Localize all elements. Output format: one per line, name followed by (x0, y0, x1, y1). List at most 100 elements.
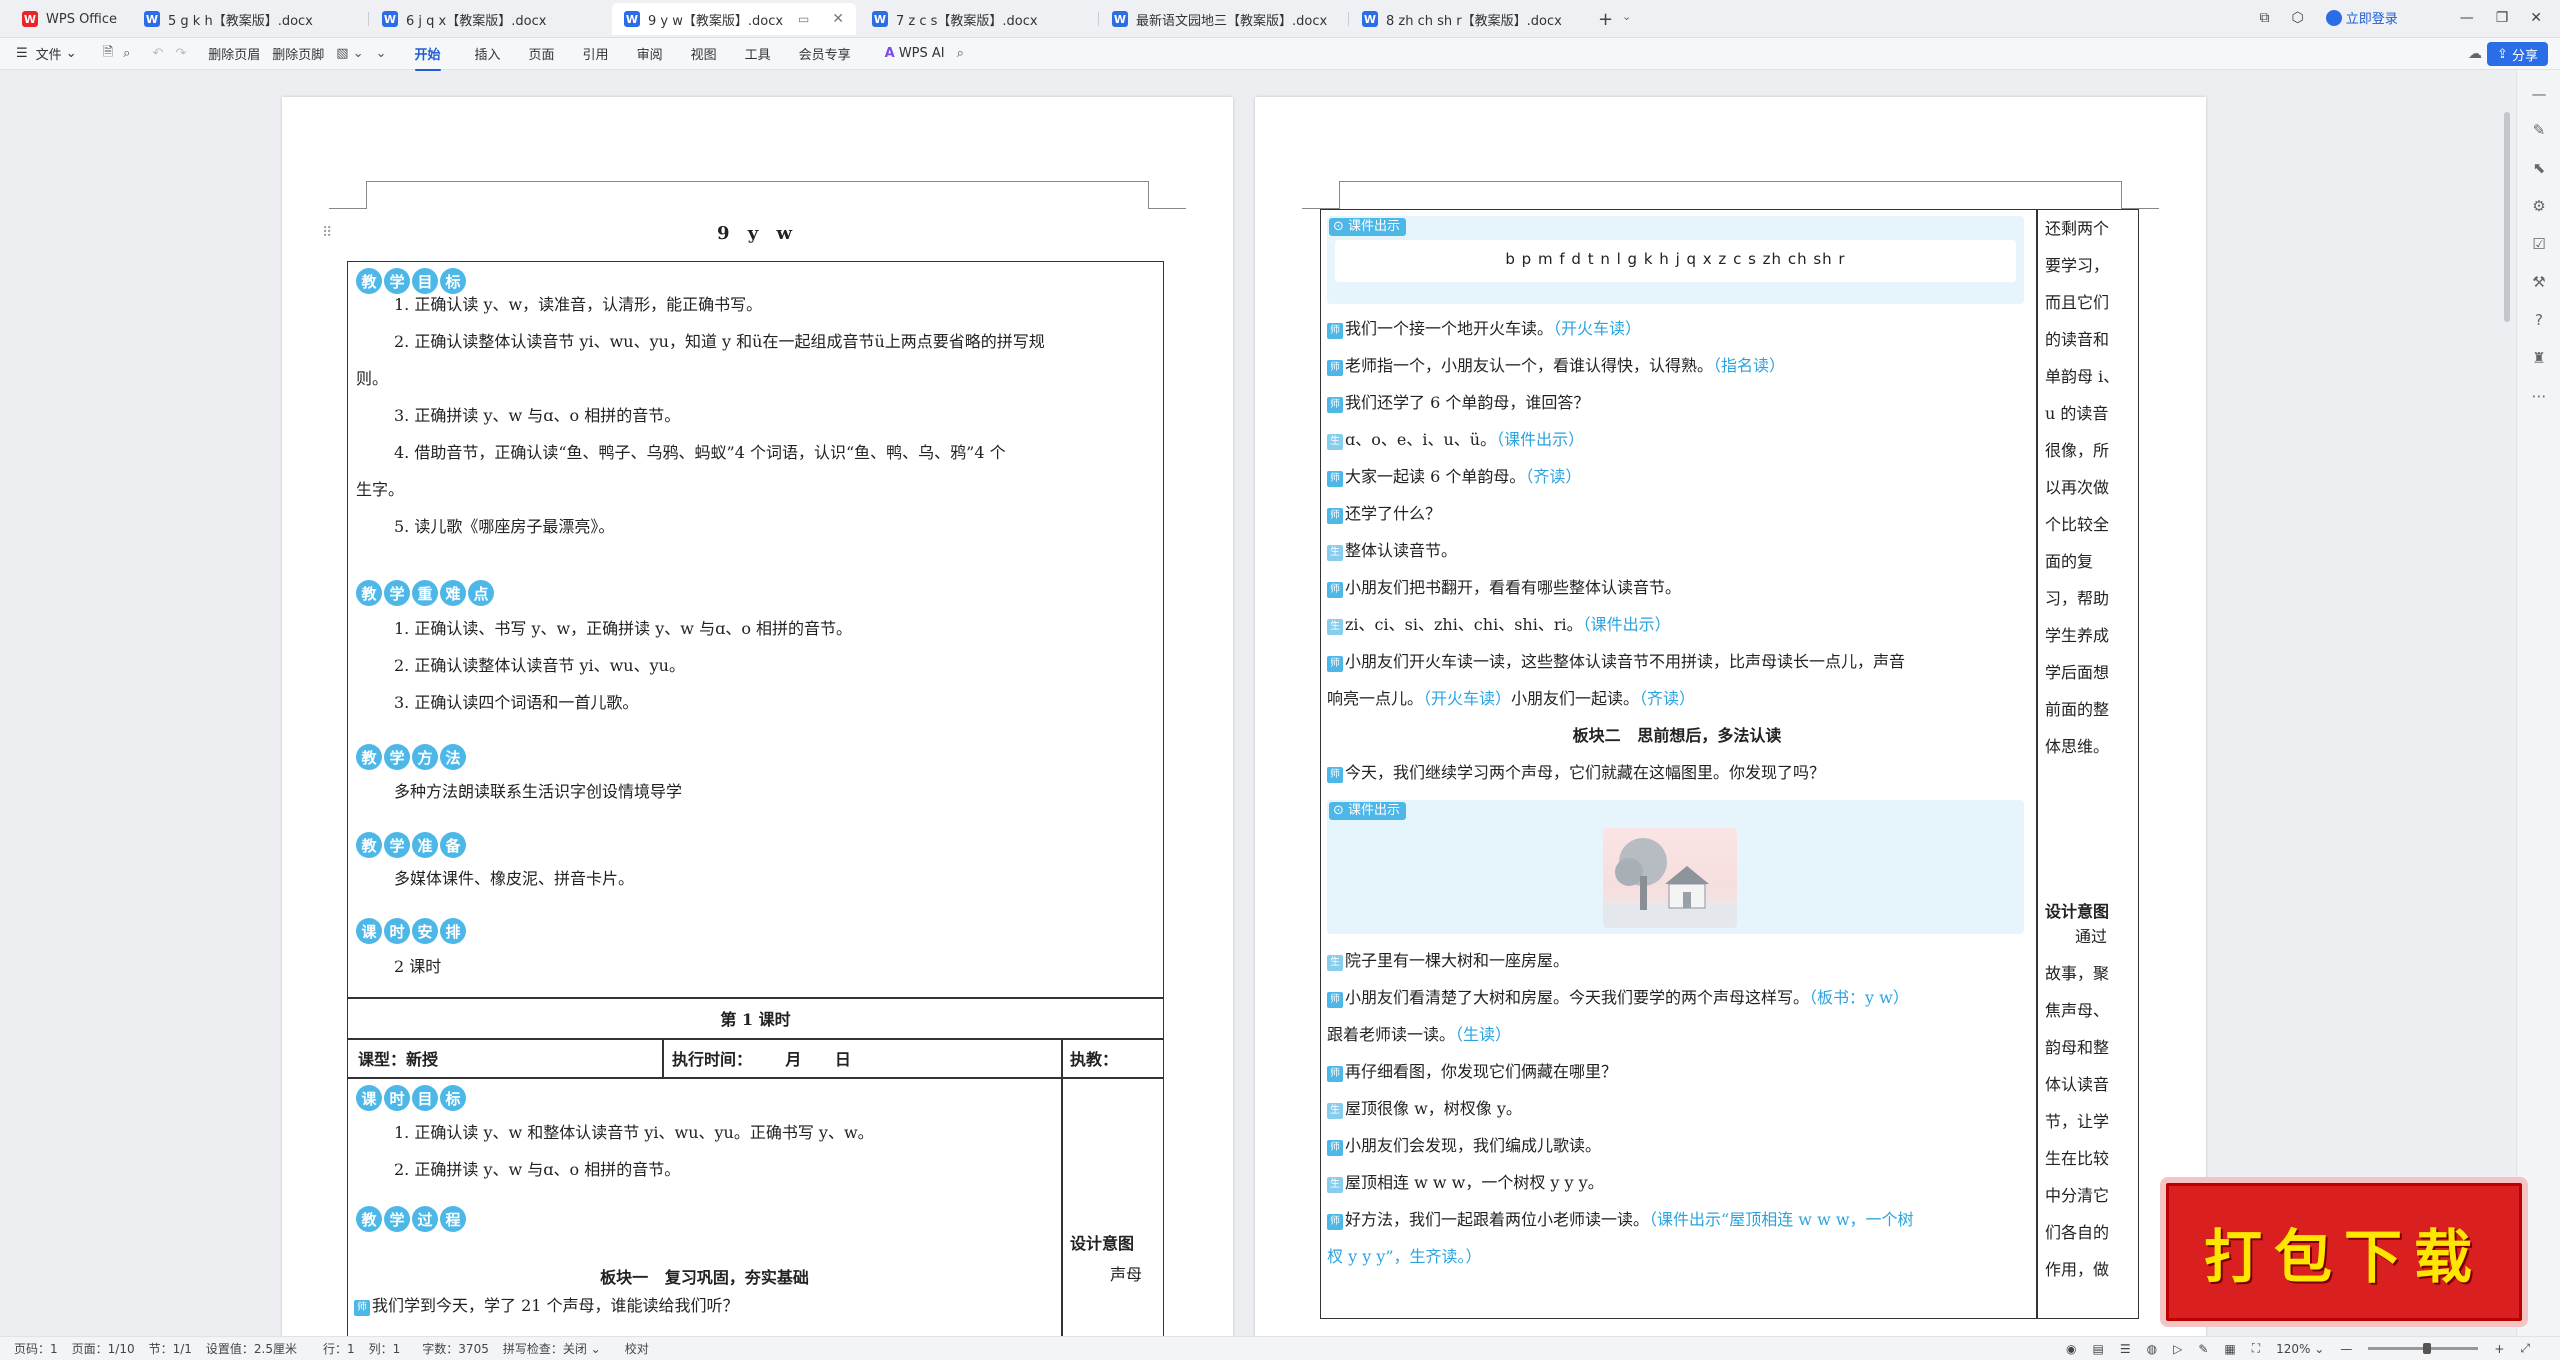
cube-icon[interactable]: ⬡ (2291, 10, 2303, 26)
tab-document[interactable]: W 5 g k h【教案版】.docx (132, 3, 368, 35)
zoom-value[interactable]: 120% ⌄ (2276, 1342, 2324, 1356)
tab-insert[interactable]: 插入 (475, 44, 501, 63)
close-window-icon[interactable]: ✕ (2530, 10, 2542, 26)
more-icon[interactable]: ⋯ (2529, 386, 2549, 406)
file-menu[interactable]: 文件 ⌄ (36, 44, 77, 63)
find-icon[interactable]: ⌕ (123, 46, 130, 61)
help-icon[interactable]: ? (2529, 310, 2549, 330)
zoom-out-icon[interactable]: — (2340, 1342, 2352, 1356)
close-icon[interactable]: ✕ (824, 11, 844, 27)
dialogue-line: 生 zi、ci、si、zhi、chi、shi、ri。（课件出示） (1327, 606, 2027, 643)
pen-icon[interactable]: ✎ (2529, 120, 2549, 140)
table-divider (662, 1038, 664, 1078)
dialogue-line: 师我们还学了 6 个单韵母，谁回答？ (1327, 384, 2027, 421)
zoom-slider-knob[interactable] (2423, 1343, 2432, 1354)
undo-icon[interactable]: ↶ (152, 46, 163, 61)
zoom-slider[interactable] (2368, 1343, 2479, 1354)
courseware-box: ⊙ 课件出示 b p m f d t n l g k h j q x z c s… (1327, 216, 2024, 304)
design-intent-text: 声母 (1110, 1265, 1143, 1284)
status-section[interactable]: 节：1/1 (149, 1340, 192, 1357)
status-proofread[interactable]: 校对 (625, 1340, 649, 1357)
more-chevron-icon[interactable]: ⌄ (376, 46, 387, 61)
tab-document[interactable]: W 7 z c s【教案版】.docx (860, 3, 1096, 35)
delete-header-button[interactable]: 删除页眉 (208, 44, 260, 63)
tab-document[interactable]: W 8 zh ch sh r【教案版】.docx (1350, 3, 1586, 35)
zoom-in-icon[interactable]: + (2494, 1342, 2504, 1356)
settings-icon[interactable]: ⚙ (2529, 196, 2549, 216)
chevron-down-icon[interactable]: ⌄ (1622, 10, 1631, 23)
status-spellcheck[interactable]: 拼写检查：关闭 ⌄ (503, 1340, 601, 1357)
format-icon[interactable]: ▧ ⌄ (336, 46, 363, 61)
dialogue-line: 师好方法，我们一起跟着两位小老师读一读。（课件出示“屋顶相连 w w w，一个树 (1327, 1201, 2027, 1238)
teacher-tag-icon: 师 (354, 1300, 370, 1316)
web-view-icon[interactable]: ◍ (2147, 1342, 2157, 1356)
dialogue-line: 生院子里有一棵大树和一座房屋。 (1327, 942, 2027, 979)
play-icon[interactable]: ▷ (2173, 1342, 2182, 1356)
select-icon[interactable]: ⬉ (2529, 158, 2549, 178)
share-button[interactable]: ⇪ 分享 (2486, 42, 2548, 66)
fit-icon[interactable]: ⛶ (2252, 1341, 2260, 1356)
tab-separator (1348, 12, 1349, 26)
shirt-icon[interactable]: ♜ (2529, 348, 2549, 368)
table-divider (348, 997, 1163, 999)
status-line[interactable]: 行：1 (323, 1340, 355, 1357)
dialogue-line-continued: 跟着老师读一读。（生读） (1327, 1025, 1512, 1044)
tab-review[interactable]: 审阅 (637, 44, 663, 63)
wps-ai-button[interactable]: A WPS AI (885, 46, 945, 61)
tab-home[interactable]: 开始 (414, 44, 441, 71)
fullscreen-icon[interactable]: ⤢ (2520, 1341, 2530, 1356)
restore-icon[interactable]: ❐ (2496, 10, 2509, 26)
status-page[interactable]: 页码：1 (14, 1340, 58, 1357)
goal-line: 3. 正确拼读 y、w 与ɑ、o 相拼的音节。 (394, 406, 681, 425)
vertical-scrollbar[interactable] (2504, 112, 2510, 322)
save-icon[interactable]: 🗎 (103, 43, 113, 65)
tab-document[interactable]: W 6 j q x【教案版】.docx (370, 3, 606, 35)
document-page-2: ⊙ 课件出示 b p m f d t n l g k h j q x z c s… (1255, 97, 2206, 1337)
download-banner-label: 打包下载 (2203, 1223, 2484, 1291)
status-pages[interactable]: 页面：1/10 (72, 1340, 135, 1357)
tab-tools[interactable]: 工具 (745, 44, 771, 63)
status-words[interactable]: 字数：3705 (422, 1340, 489, 1357)
login-button[interactable]: 立即登录 (2325, 8, 2398, 27)
dialogue-line-continued: 杈 y y y”，生齐读。） (1327, 1247, 1482, 1266)
collapse-icon[interactable]: — (2529, 84, 2549, 104)
login-label: 立即登录 (2345, 12, 2398, 27)
tab-document[interactable]: W 最新语文园地三【教案版】.docx (1100, 3, 1346, 35)
word-doc-icon: W (872, 11, 888, 27)
section-badge-key: 教学重难点 (356, 580, 494, 606)
minimize-icon[interactable]: — (2460, 10, 2474, 26)
tab-view[interactable]: 视图 (691, 44, 717, 63)
tab-label: 6 j q x【教案版】.docx (406, 13, 547, 29)
tab-label: 5 g k h【教案版】.docx (168, 13, 313, 29)
tab-member[interactable]: 会员专享 (799, 44, 851, 63)
tab-separator (1098, 12, 1099, 26)
outline-view-icon[interactable]: ☰ (2120, 1342, 2131, 1356)
tab-reference[interactable]: 引用 (583, 44, 609, 63)
page-view-icon[interactable]: ▤ (2093, 1342, 2104, 1356)
tab-document-active[interactable]: W 9 y w【教案版】.docx ▭ ✕ (612, 3, 856, 35)
tab-label: 9 y w【教案版】.docx (648, 13, 784, 29)
write-icon[interactable]: ✎ (2198, 1342, 2208, 1356)
table-divider (2036, 210, 2038, 1318)
search-icon[interactable]: ⌕ (957, 46, 964, 61)
tab-page[interactable]: 页面 (529, 44, 555, 63)
status-position[interactable]: 设置值：2.5厘米 (206, 1340, 297, 1357)
layout-icon[interactable]: ⧉ (2259, 10, 2269, 26)
redo-icon[interactable]: ↷ (175, 46, 186, 61)
monitor-icon[interactable]: ▭ (798, 12, 809, 26)
check-icon[interactable]: ☑ (2529, 234, 2549, 254)
menu-icon[interactable]: ☰ (16, 46, 28, 61)
download-banner[interactable]: 打包下载 (2160, 1177, 2528, 1327)
tab-wps-office[interactable]: W WPS Office (10, 3, 132, 35)
lesson-heading: 第 1 课时 (720, 1010, 791, 1029)
status-col[interactable]: 列：1 (369, 1340, 401, 1357)
lesson-goal-line: 2. 正确拼读 y、w 与ɑ、o 相拼的音节。 (394, 1160, 681, 1179)
new-tab-icon[interactable]: + (1598, 9, 1613, 30)
tools-icon[interactable]: ⚒ (2529, 272, 2549, 292)
ai-icon: A (884, 46, 895, 61)
status-right-controls: ◉ ▤ ☰ ◍ ▷ ✎ ▦ ⛶ 120% ⌄ — + ⤢ (2066, 1341, 2530, 1356)
delete-footer-button[interactable]: 删除页脚 (272, 44, 324, 63)
cloud-icon[interactable]: ☁ (2468, 46, 2482, 62)
eye-icon[interactable]: ◉ (2066, 1342, 2076, 1356)
layout-icon[interactable]: ▦ (2224, 1342, 2235, 1356)
